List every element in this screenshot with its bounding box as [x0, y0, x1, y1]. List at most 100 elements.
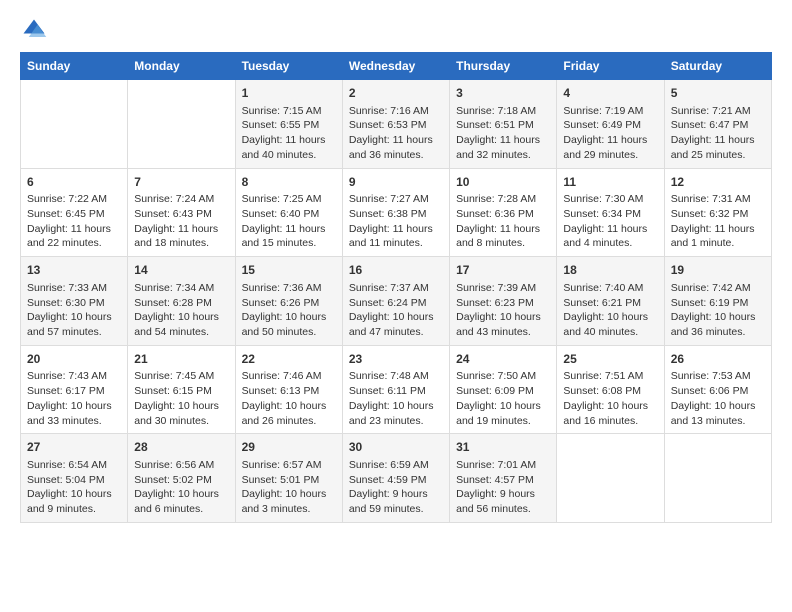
day-info-line-0: Sunrise: 7:21 AM	[671, 104, 765, 119]
day-info-line-0: Sunrise: 7:48 AM	[349, 369, 443, 384]
day-info-line-1: Sunset: 6:09 PM	[456, 384, 550, 399]
col-header-sunday: Sunday	[21, 53, 128, 80]
day-info-line-0: Sunrise: 7:42 AM	[671, 281, 765, 296]
cell-0-3: 2Sunrise: 7:16 AMSunset: 6:53 PMDaylight…	[342, 80, 449, 169]
day-info-line-2: Daylight: 9 hours and 59 minutes.	[349, 487, 443, 516]
day-info-line-2: Daylight: 11 hours and 36 minutes.	[349, 133, 443, 162]
cell-2-2: 15Sunrise: 7:36 AMSunset: 6:26 PMDayligh…	[235, 257, 342, 346]
day-number: 29	[242, 439, 336, 456]
cell-1-0: 6Sunrise: 7:22 AMSunset: 6:45 PMDaylight…	[21, 168, 128, 257]
cell-2-4: 17Sunrise: 7:39 AMSunset: 6:23 PMDayligh…	[450, 257, 557, 346]
col-header-monday: Monday	[128, 53, 235, 80]
day-number: 8	[242, 174, 336, 191]
day-number: 24	[456, 351, 550, 368]
day-info-line-1: Sunset: 6:28 PM	[134, 296, 228, 311]
cell-1-3: 9Sunrise: 7:27 AMSunset: 6:38 PMDaylight…	[342, 168, 449, 257]
day-number: 4	[563, 85, 657, 102]
col-header-tuesday: Tuesday	[235, 53, 342, 80]
calendar-page: SundayMondayTuesdayWednesdayThursdayFrid…	[0, 0, 792, 533]
cell-0-6: 5Sunrise: 7:21 AMSunset: 6:47 PMDaylight…	[664, 80, 771, 169]
day-number: 22	[242, 351, 336, 368]
day-number: 26	[671, 351, 765, 368]
day-number: 6	[27, 174, 121, 191]
day-info-line-0: Sunrise: 7:28 AM	[456, 192, 550, 207]
day-number: 30	[349, 439, 443, 456]
day-info-line-0: Sunrise: 7:43 AM	[27, 369, 121, 384]
day-number: 16	[349, 262, 443, 279]
day-number: 5	[671, 85, 765, 102]
cell-4-0: 27Sunrise: 6:54 AMSunset: 5:04 PMDayligh…	[21, 434, 128, 523]
day-info-line-1: Sunset: 6:17 PM	[27, 384, 121, 399]
day-info-line-0: Sunrise: 7:01 AM	[456, 458, 550, 473]
week-row-0: 1Sunrise: 7:15 AMSunset: 6:55 PMDaylight…	[21, 80, 772, 169]
day-info-line-2: Daylight: 10 hours and 13 minutes.	[671, 399, 765, 428]
week-row-2: 13Sunrise: 7:33 AMSunset: 6:30 PMDayligh…	[21, 257, 772, 346]
day-number: 18	[563, 262, 657, 279]
day-info-line-1: Sunset: 5:01 PM	[242, 473, 336, 488]
day-info-line-0: Sunrise: 7:39 AM	[456, 281, 550, 296]
day-info-line-1: Sunset: 6:13 PM	[242, 384, 336, 399]
day-number: 13	[27, 262, 121, 279]
cell-0-1	[128, 80, 235, 169]
day-number: 23	[349, 351, 443, 368]
day-info-line-2: Daylight: 10 hours and 9 minutes.	[27, 487, 121, 516]
day-number: 28	[134, 439, 228, 456]
header-row: SundayMondayTuesdayWednesdayThursdayFrid…	[21, 53, 772, 80]
day-info-line-2: Daylight: 10 hours and 19 minutes.	[456, 399, 550, 428]
day-info-line-0: Sunrise: 7:19 AM	[563, 104, 657, 119]
cell-1-5: 11Sunrise: 7:30 AMSunset: 6:34 PMDayligh…	[557, 168, 664, 257]
logo	[20, 16, 52, 44]
day-info-line-0: Sunrise: 7:15 AM	[242, 104, 336, 119]
day-info-line-1: Sunset: 6:15 PM	[134, 384, 228, 399]
day-info-line-1: Sunset: 6:51 PM	[456, 118, 550, 133]
day-info-line-2: Daylight: 10 hours and 16 minutes.	[563, 399, 657, 428]
day-info-line-2: Daylight: 11 hours and 8 minutes.	[456, 222, 550, 251]
day-number: 25	[563, 351, 657, 368]
cell-3-6: 26Sunrise: 7:53 AMSunset: 6:06 PMDayligh…	[664, 345, 771, 434]
day-info-line-0: Sunrise: 6:56 AM	[134, 458, 228, 473]
day-info-line-2: Daylight: 11 hours and 25 minutes.	[671, 133, 765, 162]
day-info-line-1: Sunset: 6:26 PM	[242, 296, 336, 311]
day-info-line-1: Sunset: 6:40 PM	[242, 207, 336, 222]
day-info-line-2: Daylight: 11 hours and 40 minutes.	[242, 133, 336, 162]
day-info-line-2: Daylight: 10 hours and 54 minutes.	[134, 310, 228, 339]
day-info-line-0: Sunrise: 7:22 AM	[27, 192, 121, 207]
day-info-line-0: Sunrise: 7:18 AM	[456, 104, 550, 119]
day-info-line-1: Sunset: 6:45 PM	[27, 207, 121, 222]
day-number: 19	[671, 262, 765, 279]
col-header-friday: Friday	[557, 53, 664, 80]
day-info-line-2: Daylight: 10 hours and 50 minutes.	[242, 310, 336, 339]
day-info-line-0: Sunrise: 7:16 AM	[349, 104, 443, 119]
day-info-line-0: Sunrise: 7:36 AM	[242, 281, 336, 296]
day-number: 27	[27, 439, 121, 456]
day-number: 9	[349, 174, 443, 191]
cell-2-3: 16Sunrise: 7:37 AMSunset: 6:24 PMDayligh…	[342, 257, 449, 346]
cell-1-2: 8Sunrise: 7:25 AMSunset: 6:40 PMDaylight…	[235, 168, 342, 257]
day-info-line-1: Sunset: 5:02 PM	[134, 473, 228, 488]
day-info-line-2: Daylight: 11 hours and 15 minutes.	[242, 222, 336, 251]
day-info-line-0: Sunrise: 7:46 AM	[242, 369, 336, 384]
col-header-saturday: Saturday	[664, 53, 771, 80]
cell-4-1: 28Sunrise: 6:56 AMSunset: 5:02 PMDayligh…	[128, 434, 235, 523]
cell-2-5: 18Sunrise: 7:40 AMSunset: 6:21 PMDayligh…	[557, 257, 664, 346]
cell-3-1: 21Sunrise: 7:45 AMSunset: 6:15 PMDayligh…	[128, 345, 235, 434]
day-info-line-0: Sunrise: 7:45 AM	[134, 369, 228, 384]
day-info-line-0: Sunrise: 7:31 AM	[671, 192, 765, 207]
day-info-line-0: Sunrise: 7:53 AM	[671, 369, 765, 384]
cell-0-2: 1Sunrise: 7:15 AMSunset: 6:55 PMDaylight…	[235, 80, 342, 169]
day-number: 17	[456, 262, 550, 279]
day-info-line-2: Daylight: 10 hours and 43 minutes.	[456, 310, 550, 339]
day-info-line-2: Daylight: 11 hours and 4 minutes.	[563, 222, 657, 251]
day-info-line-1: Sunset: 6:38 PM	[349, 207, 443, 222]
cell-3-4: 24Sunrise: 7:50 AMSunset: 6:09 PMDayligh…	[450, 345, 557, 434]
week-row-3: 20Sunrise: 7:43 AMSunset: 6:17 PMDayligh…	[21, 345, 772, 434]
day-info-line-1: Sunset: 6:43 PM	[134, 207, 228, 222]
day-info-line-1: Sunset: 6:11 PM	[349, 384, 443, 399]
cell-2-0: 13Sunrise: 7:33 AMSunset: 6:30 PMDayligh…	[21, 257, 128, 346]
cell-4-6	[664, 434, 771, 523]
day-info-line-1: Sunset: 6:36 PM	[456, 207, 550, 222]
day-info-line-1: Sunset: 6:19 PM	[671, 296, 765, 311]
day-info-line-0: Sunrise: 7:33 AM	[27, 281, 121, 296]
day-number: 14	[134, 262, 228, 279]
cell-3-2: 22Sunrise: 7:46 AMSunset: 6:13 PMDayligh…	[235, 345, 342, 434]
